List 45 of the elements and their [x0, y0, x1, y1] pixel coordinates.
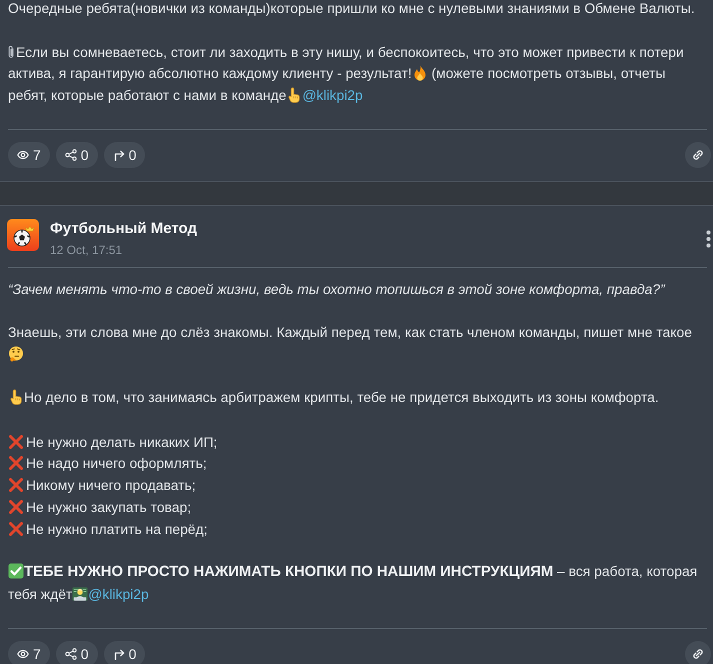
soccer-ball-avatar-icon: [7, 218, 39, 250]
cross-mark-icon: [8, 498, 24, 515]
copy-link-button[interactable]: [685, 640, 711, 664]
thinking-face-icon: [8, 346, 24, 362]
copy-link-button[interactable]: [685, 142, 711, 168]
cross-mark-icon: [8, 455, 24, 472]
list-item-text: Не нужно платить на перёд;: [26, 520, 208, 537]
eye-icon: [17, 648, 29, 660]
hand-pointing-up-icon: [8, 389, 24, 406]
share-icon: [64, 648, 77, 660]
link-icon: [692, 148, 704, 160]
forward-arrow-icon: [112, 148, 125, 160]
paperclip-icon: [8, 44, 15, 60]
mention-link[interactable]: @klikpi2p: [302, 87, 363, 103]
share-button[interactable]: 0: [56, 640, 98, 664]
hand-pointing-up-icon: [286, 87, 302, 103]
list-item-text: Не нужно закупать товар;: [26, 498, 192, 515]
share-button[interactable]: 0: [56, 142, 98, 168]
mention-link[interactable]: @klikpi2p: [88, 586, 149, 602]
post-text: ТЕБЕ НУЖНО ПРОСТО НАЖИМАТЬ КНОПКИ ПО НАШИМ ИНСТРУКЦИЯМ – вся работа, которая тебя ждёт @klikpi2p: [8, 562, 698, 604]
cross-mark-icon: [8, 434, 24, 450]
views-button[interactable]: 7: [8, 142, 50, 168]
post-date: 12 Oct, 17:51: [50, 242, 124, 258]
quote-text: “Зачем менять что-то в своей жизни, ведь ты охотно топишься в этой зоне комфорта, правда?”: [8, 280, 666, 299]
post-text: Очередные ребята(новички из команды)которые пришли ко мне с нулевыми знаниями в Обмене Валюты.: [8, 0, 696, 18]
views-button[interactable]: 7: [8, 640, 50, 664]
fire-icon: [412, 65, 428, 82]
link-icon: [692, 648, 704, 660]
check-mark-icon: [8, 563, 24, 580]
list-item-text: Не надо ничего оформлять;: [26, 455, 207, 472]
forward-button[interactable]: 0: [104, 640, 146, 664]
cross-mark-icon: [8, 520, 24, 537]
cross-mark-icon: [8, 477, 24, 494]
channel-name: Футбольный Метод: [50, 218, 198, 238]
post-text: Знаешь, эти слова мне до слёз знакомы. Каждый перед тем, как стать членом команды, пишет мне такое: [8, 322, 707, 366]
person-at-laptop-icon: [72, 586, 88, 602]
share-icon: [64, 148, 77, 160]
forward-arrow-icon: [112, 648, 125, 660]
more-options-icon[interactable]: [706, 230, 711, 248]
list-item-text: Никому ничего продавать;: [26, 477, 196, 494]
post-text: Если вы сомневаетесь, стоит ли заходить в эту нишу, и беспокоитесь, что это может привести к потери актива, я гарантирую абсолютно каждому клиенту - результат! (можете посмотреть отзывы, отчеты ребят, которые работают с нами в команде @klikpi2p: [8, 42, 685, 105]
post-text: Но дело в том, что занимаясь арбитражем крипты, тебе не придется выходить из зоны комфорта.: [8, 387, 707, 409]
eye-icon: [17, 148, 29, 160]
list-item-text: Не нужно делать никаких ИП;: [26, 434, 218, 450]
forward-button[interactable]: 0: [104, 142, 146, 168]
